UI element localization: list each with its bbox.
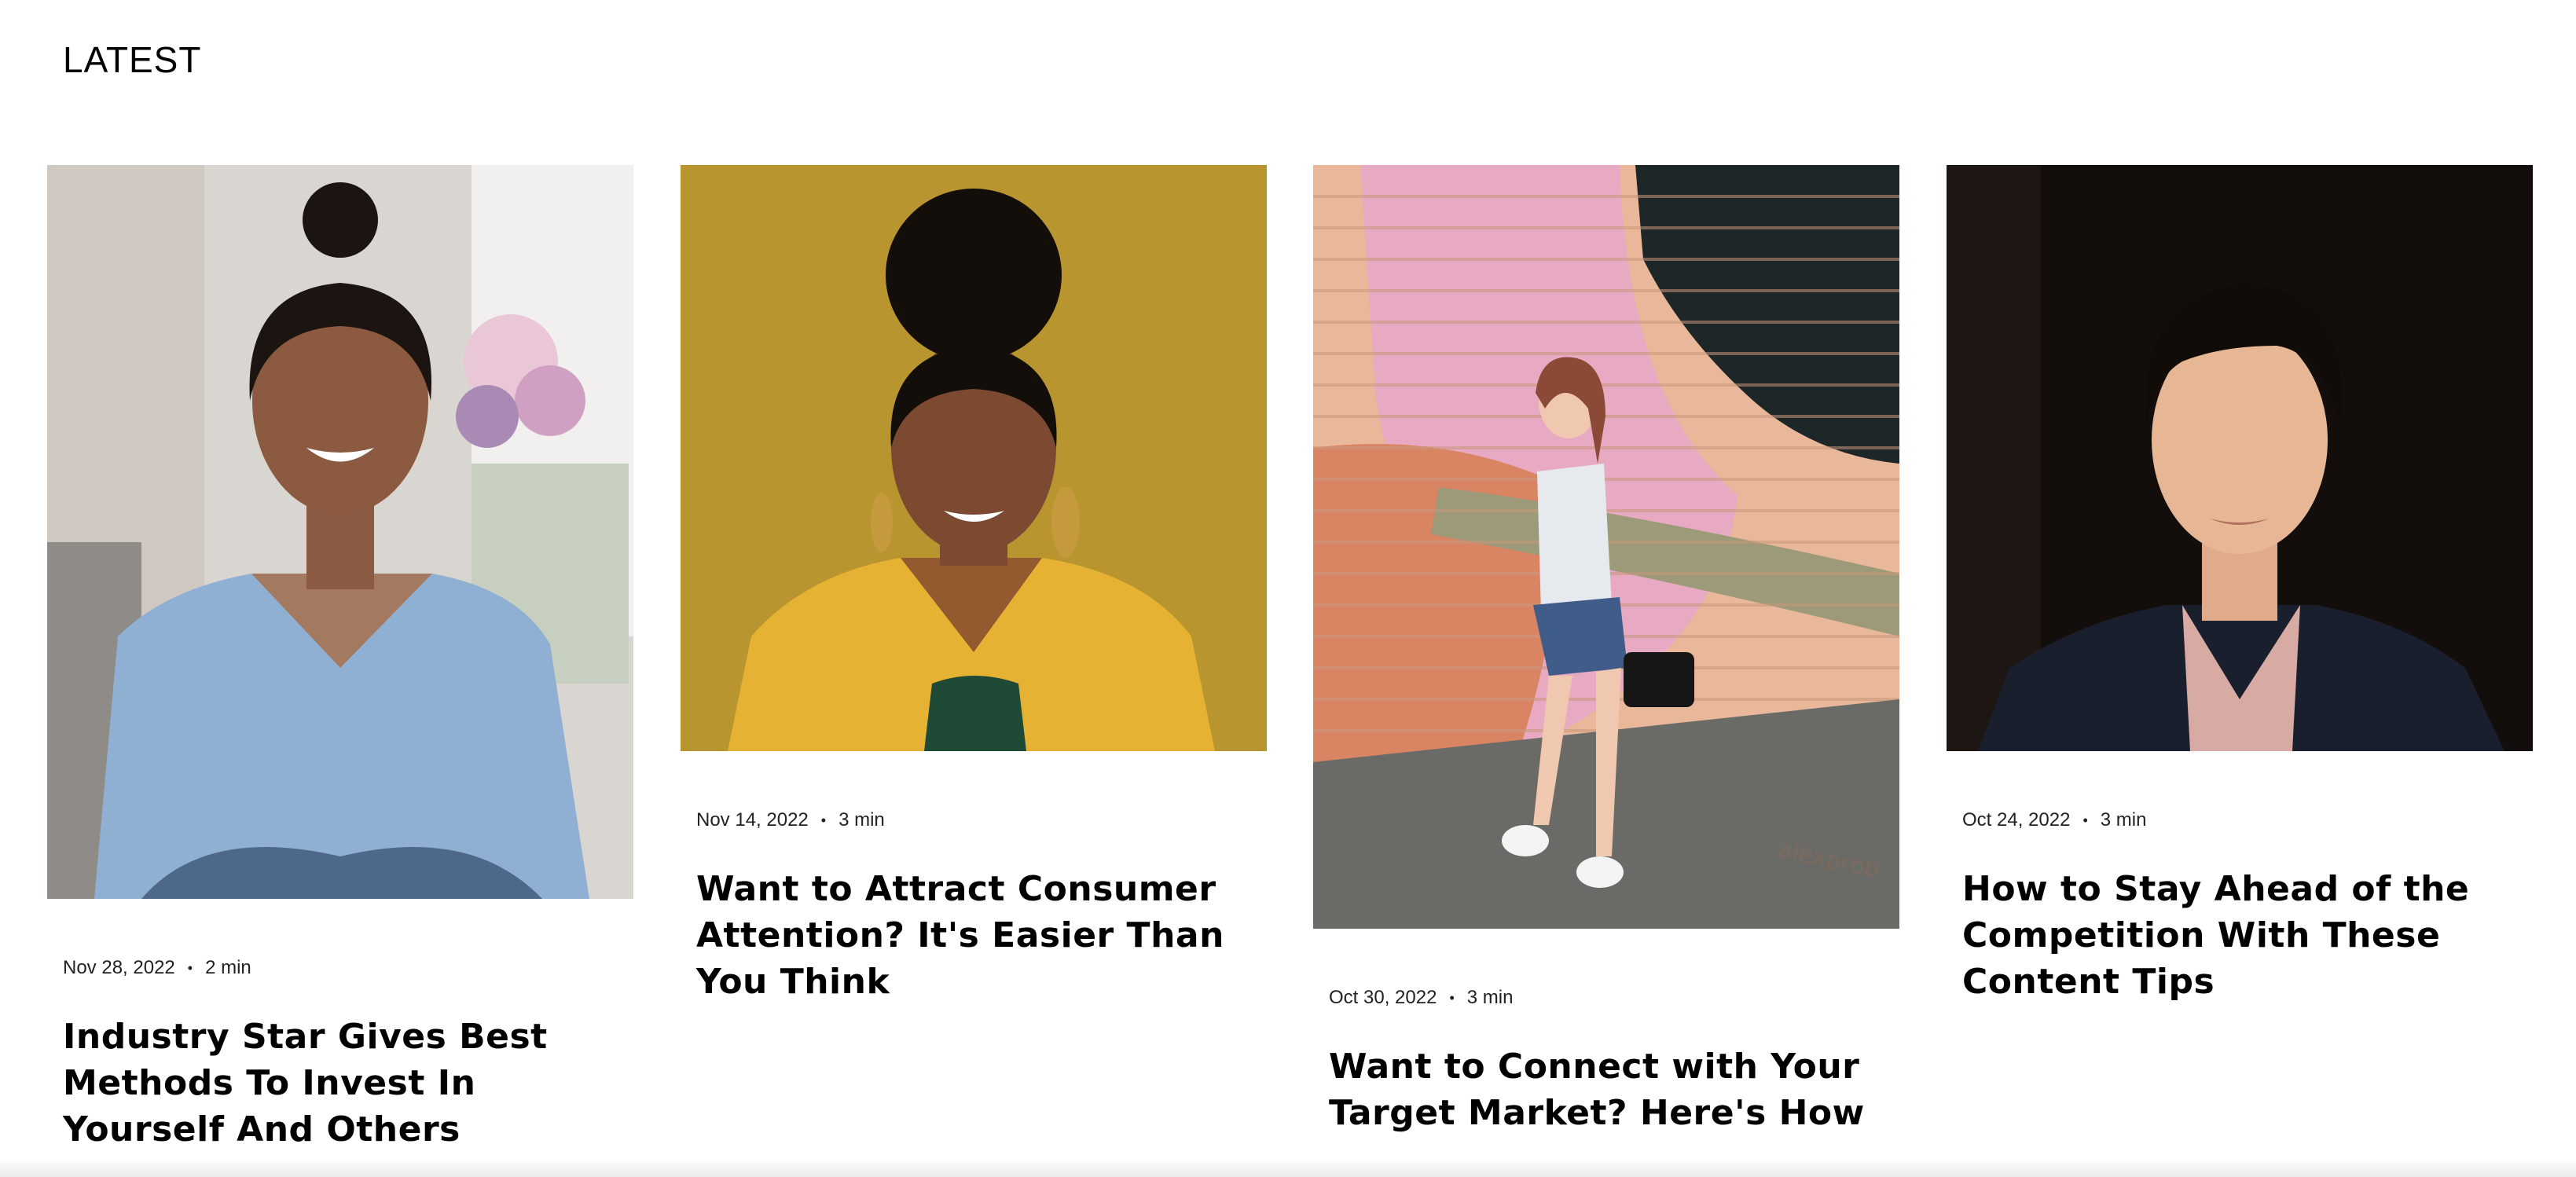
post-meta: Nov 28, 2022 • 2 min bbox=[63, 957, 633, 979]
post-read-time: 3 min bbox=[1466, 987, 1514, 1008]
post-title[interactable]: Industry Star Gives Best Methods To Inve… bbox=[63, 1014, 618, 1153]
post-card[interactable]: Nov 14, 2022 • 3 min Want to Attract Con… bbox=[681, 165, 1267, 1005]
post-read-time: 3 min bbox=[838, 809, 885, 830]
bottom-fade bbox=[0, 1158, 2576, 1177]
post-title[interactable]: Want to Connect with Your Target Market?… bbox=[1329, 1043, 1884, 1136]
post-meta: Oct 30, 2022 • 3 min bbox=[1329, 987, 1899, 1009]
meta-separator: • bbox=[820, 812, 827, 828]
post-meta: Oct 24, 2022 • 3 min bbox=[1962, 809, 2533, 831]
post-card[interactable]: Nov 28, 2022 • 2 min Industry Star Gives… bbox=[47, 165, 633, 1153]
post-image[interactable] bbox=[1947, 165, 2533, 751]
post-image[interactable] bbox=[681, 165, 1267, 751]
post-card[interactable]: alexprob Oct 30, 2022 • 3 min Want to Co… bbox=[1313, 165, 1899, 1136]
post-meta: Nov 14, 2022 • 3 min bbox=[696, 809, 1267, 831]
meta-separator: • bbox=[1449, 989, 1455, 1006]
post-image[interactable]: alexprob bbox=[1313, 165, 1899, 929]
post-read-time: 2 min bbox=[205, 957, 251, 978]
post-read-time: 3 min bbox=[2100, 809, 2147, 830]
meta-separator: • bbox=[187, 959, 193, 976]
post-date: Nov 28, 2022 bbox=[63, 957, 175, 978]
post-card[interactable]: Oct 24, 2022 • 3 min How to Stay Ahead o… bbox=[1947, 165, 2533, 1005]
section-title: LATEST bbox=[63, 39, 202, 80]
post-title[interactable]: Want to Attract Consumer Attention? It's… bbox=[696, 866, 1251, 1005]
post-date: Oct 30, 2022 bbox=[1329, 987, 1437, 1008]
post-image[interactable] bbox=[47, 165, 633, 899]
post-date: Oct 24, 2022 bbox=[1962, 809, 2071, 830]
post-title[interactable]: How to Stay Ahead of the Competition Wit… bbox=[1962, 866, 2517, 1005]
meta-separator: • bbox=[2082, 812, 2088, 828]
post-date: Nov 14, 2022 bbox=[696, 809, 809, 830]
